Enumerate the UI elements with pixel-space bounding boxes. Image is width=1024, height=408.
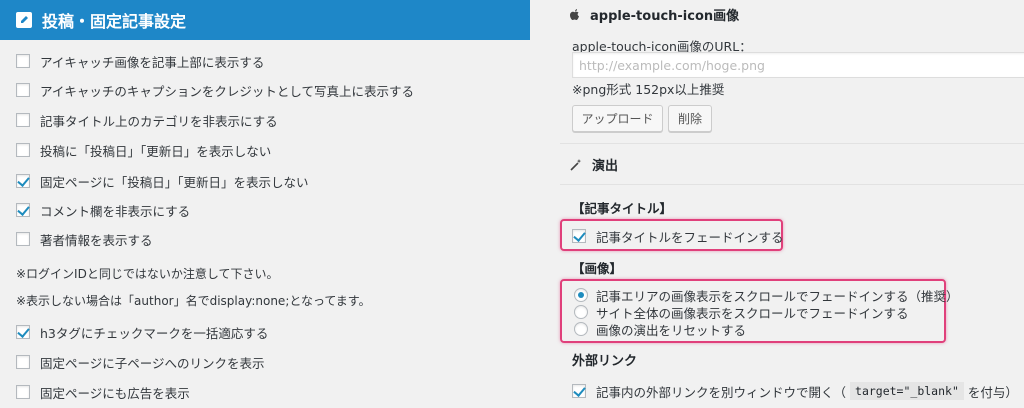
- option-row[interactable]: アイキャッチのキャプションをクレジットとして写真上に表示する: [16, 80, 414, 100]
- target-blank-code: target="_blank": [850, 382, 964, 400]
- option-label: 固定ページに子ページへのリンクを表示: [40, 355, 265, 371]
- post-settings-header: 投稿・固定記事設定: [0, 0, 530, 40]
- option-row[interactable]: h3タグにチェックマークを一括適応する: [16, 322, 268, 342]
- external-links-option[interactable]: 記事内の外部リンクを別ウィンドウで開く（ target="_blank" を付与…: [572, 381, 1018, 401]
- option-label: コメント欄を非表示にする: [40, 203, 191, 219]
- checkbox[interactable]: [16, 174, 30, 188]
- divider: [560, 143, 1024, 144]
- option-label-before: 記事内の外部リンクを別ウィンドウで開く（: [596, 384, 847, 400]
- divider: [560, 184, 1024, 185]
- apple-icon: [570, 8, 580, 21]
- option-row[interactable]: 投稿に「投稿日」「更新日」を表示しない: [16, 140, 271, 160]
- image-reset-radio-row[interactable]: 画像の演出をリセットする: [574, 320, 746, 338]
- checkbox[interactable]: [16, 83, 30, 97]
- option-label: 記事タイトルをフェードインする: [596, 229, 784, 245]
- option-row[interactable]: 固定ページに「投稿日」「更新日」を表示しない: [16, 171, 309, 191]
- option-label: 著者情報を表示する: [40, 232, 153, 248]
- apple-touch-icon-heading: apple-touch-icon画像: [570, 5, 739, 24]
- upload-button[interactable]: アップロード: [572, 105, 663, 132]
- checkbox[interactable]: [16, 232, 30, 246]
- post-settings-title: 投稿・固定記事設定: [42, 12, 187, 31]
- option-row[interactable]: 著者情報を表示する: [16, 229, 153, 249]
- login-id-note: ※ログインIDと同じではないか注意して下さい。: [16, 267, 279, 281]
- checkbox[interactable]: [16, 203, 30, 217]
- radio[interactable]: [574, 322, 588, 336]
- image-fade-site-radio-row[interactable]: サイト全体の画像表示をスクロールでフェードインする: [574, 303, 909, 321]
- effects-heading: 演出: [570, 155, 618, 174]
- option-label: 固定ページにも広告を表示: [40, 385, 190, 401]
- external-links-title: 外部リンク: [572, 354, 638, 369]
- delete-button[interactable]: 削除: [668, 105, 712, 132]
- apple-touch-icon-url-input[interactable]: [572, 52, 1024, 78]
- option-label: 固定ページに「投稿日」「更新日」を表示しない: [40, 174, 309, 190]
- option-label: h3タグにチェックマークを一括適応する: [40, 325, 269, 341]
- checkbox[interactable]: [16, 54, 30, 68]
- option-label-after: を付与）: [967, 384, 1018, 400]
- checkbox[interactable]: [572, 229, 586, 243]
- option-label: アイキャッチのキャプションをクレジットとして写真上に表示する: [40, 83, 415, 99]
- magic-wand-icon: [570, 158, 582, 171]
- option-row[interactable]: 固定ページに子ページへのリンクを表示: [16, 352, 265, 372]
- right-settings-panel: apple-touch-icon画像 apple-touch-icon画像のUR…: [560, 0, 1024, 408]
- post-settings-panel: 投稿・固定記事設定 アイキャッチ画像を記事上部に表示する アイキャッチのキャプシ…: [0, 0, 530, 408]
- option-row[interactable]: アイキャッチ画像を記事上部に表示する: [16, 51, 264, 71]
- option-label: アイキャッチ画像を記事上部に表示する: [40, 54, 265, 70]
- option-row[interactable]: コメント欄を非表示にする: [16, 200, 190, 220]
- option-row[interactable]: 固定ページにも広告を表示: [16, 382, 190, 402]
- fade-in-title-option[interactable]: 記事タイトルをフェードインする: [572, 226, 784, 246]
- checkbox[interactable]: [572, 384, 586, 398]
- apple-touch-icon-title: apple-touch-icon画像: [590, 9, 740, 24]
- image-fade-article-radio-row[interactable]: 記事エリアの画像表示をスクロールでフェードインする（推奨）: [574, 286, 959, 304]
- option-row[interactable]: 記事タイトル上のカテゴリを非表示にする: [16, 110, 278, 130]
- effects-title: 演出: [592, 159, 619, 174]
- option-label: 記事タイトル上のカテゴリを非表示にする: [40, 113, 278, 129]
- external-links-heading: 外部リンク: [572, 350, 637, 369]
- radio[interactable]: [574, 288, 588, 302]
- checkbox[interactable]: [16, 385, 30, 399]
- option-label: 投稿に「投稿日」「更新日」を表示しない: [40, 143, 272, 159]
- radio-label: 画像の演出をリセットする: [596, 322, 747, 338]
- article-title-heading: 【記事タイトル】: [572, 201, 673, 216]
- image-heading: 【画像】: [572, 261, 623, 276]
- checkbox[interactable]: [16, 355, 30, 369]
- author-display-note: ※表示しない場合は「author」名でdisplay:none;となってます。: [16, 294, 371, 308]
- checkbox[interactable]: [16, 325, 30, 339]
- edit-icon: [16, 12, 32, 28]
- checkbox[interactable]: [16, 143, 30, 157]
- radio[interactable]: [574, 305, 588, 319]
- png-hint: ※png形式 152px以上推奨: [572, 82, 725, 97]
- checkbox[interactable]: [16, 113, 30, 127]
